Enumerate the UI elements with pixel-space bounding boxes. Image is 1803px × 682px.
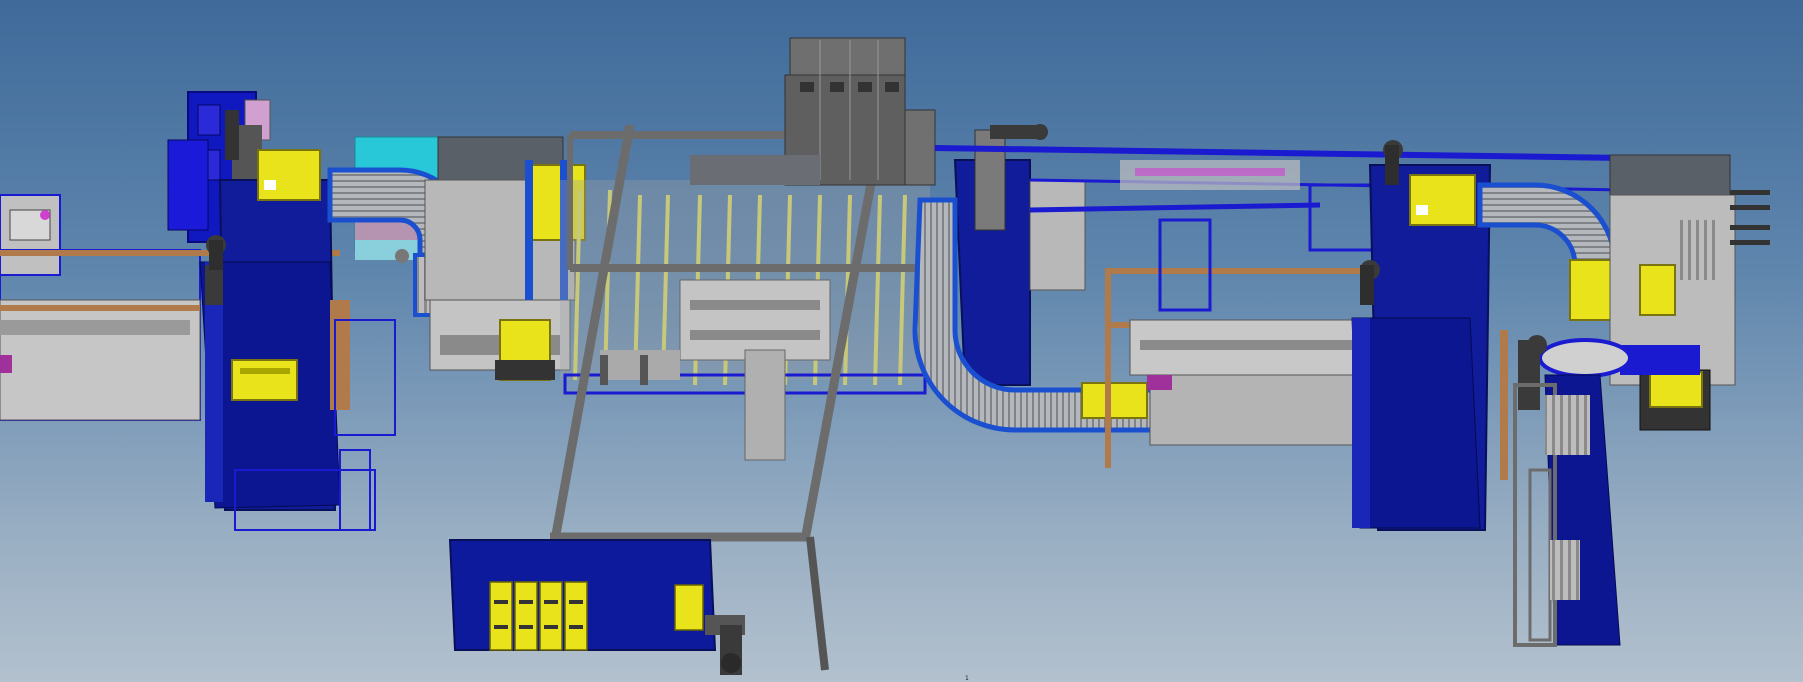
- far-right-machine: [1609, 154, 1770, 431]
- cad-viewport[interactable]: 1: [0, 0, 1803, 682]
- curved-conveyor-right: [1477, 182, 1621, 321]
- assembly-model: [0, 37, 1770, 675]
- bottom-control-cabinet: [448, 539, 745, 675]
- scene-label-fragment: 1: [965, 675, 969, 682]
- top-machine: [690, 37, 936, 186]
